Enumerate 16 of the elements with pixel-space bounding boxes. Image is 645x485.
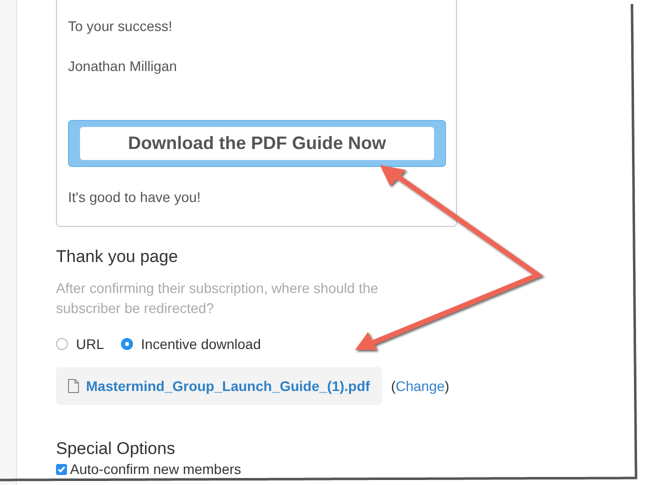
checkbox[interactable] bbox=[56, 464, 67, 475]
radio-option[interactable]: URL bbox=[56, 336, 104, 352]
download-button[interactable]: Download the PDF Guide Now bbox=[68, 120, 446, 167]
parenthesis: ) bbox=[444, 378, 450, 394]
section-heading: Special Options bbox=[56, 439, 176, 459]
change-link[interactable]: Change bbox=[396, 378, 445, 394]
parenthesis: ( bbox=[390, 378, 396, 394]
radio-option[interactable]: Incentive download bbox=[121, 336, 261, 352]
file-link[interactable]: Mastermind_Group_Launch_Guide_(1).pdf bbox=[56, 367, 382, 405]
checkbox-label: Auto-confirm new members bbox=[70, 462, 242, 477]
section-description: After confirming their subscription, where should the subscriber be redirected? bbox=[56, 279, 380, 318]
email-text: It's good to have you! bbox=[68, 189, 202, 205]
document-icon bbox=[68, 379, 79, 393]
email-text: Jonathan Milligan bbox=[68, 58, 178, 74]
email-text: To your success! bbox=[68, 18, 174, 34]
section-heading: Thank you page bbox=[56, 247, 179, 267]
